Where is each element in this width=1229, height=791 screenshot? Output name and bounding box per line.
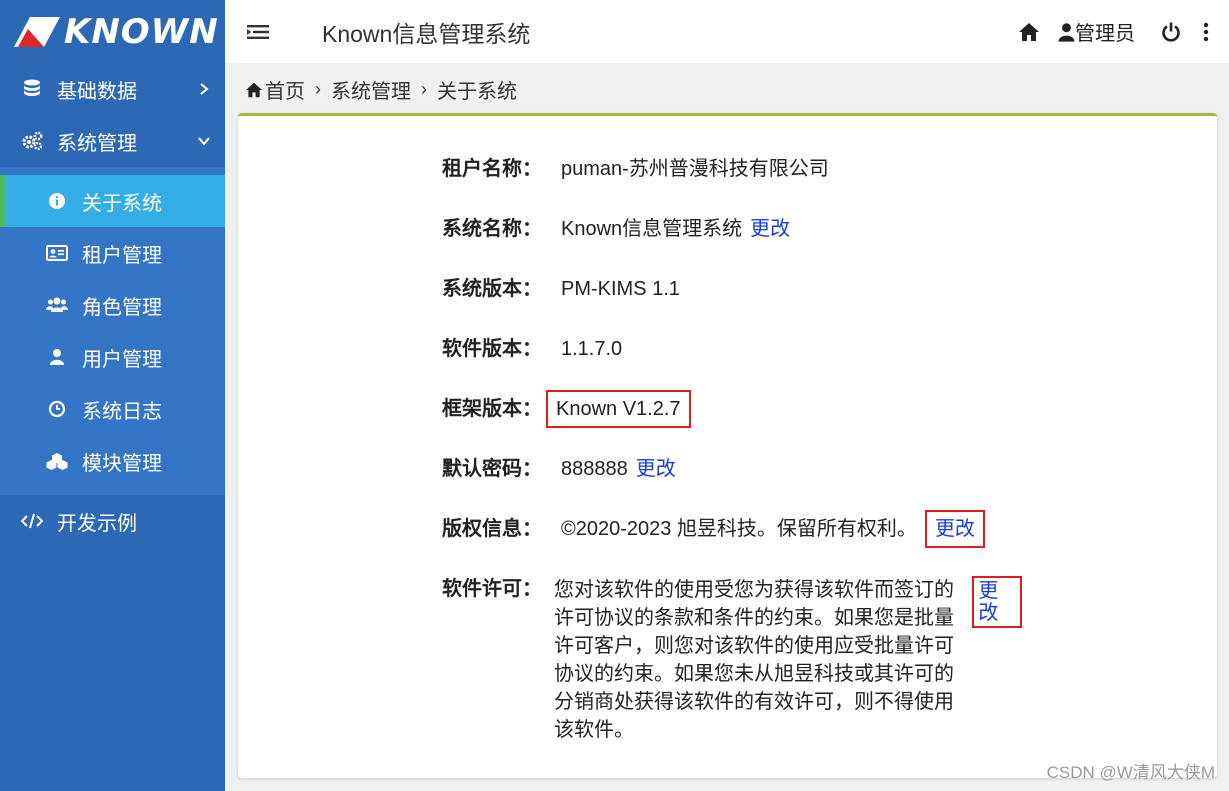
framework-version-label: 框架版本： bbox=[442, 398, 542, 420]
edit-system-name-link[interactable]: 更改 bbox=[750, 218, 790, 240]
home-button[interactable] bbox=[1018, 22, 1040, 42]
sidebar-item-basic-data[interactable]: 基础数据 bbox=[0, 63, 225, 115]
logout-button[interactable] bbox=[1161, 22, 1181, 42]
gears-icon bbox=[20, 129, 44, 153]
app-title: Known信息管理系统 bbox=[322, 20, 531, 47]
user-menu-button[interactable]: 管理员 bbox=[1058, 17, 1135, 46]
power-icon bbox=[1162, 22, 1180, 42]
system-name-label: 系统名称： bbox=[442, 218, 542, 240]
sidebar-item-label: 租户管理 bbox=[82, 244, 162, 267]
logo[interactable]: KNOWN bbox=[0, 0, 225, 63]
breadcrumb-system-management[interactable]: 系统管理 bbox=[331, 75, 411, 104]
sidebar-item-system-log[interactable]: 系统日志 bbox=[0, 383, 225, 435]
row-copyright: 版权信息： ©2020-2023 旭昱科技。保留所有权利。 更改 bbox=[442, 510, 1022, 548]
kebab-menu-icon bbox=[1203, 22, 1209, 41]
sidebar-item-label: 关于系统 bbox=[82, 192, 162, 215]
breadcrumb-home[interactable]: 首页 bbox=[265, 75, 305, 104]
header-actions: 管理员 bbox=[1000, 0, 1209, 63]
home-icon bbox=[1019, 22, 1039, 41]
system-version-label: 系统版本： bbox=[442, 278, 542, 300]
menu-toggle-icon[interactable] bbox=[247, 24, 269, 40]
copyright-label: 版权信息： bbox=[442, 518, 542, 540]
user-icon bbox=[1058, 22, 1075, 42]
top-header: Known信息管理系统 管理员 bbox=[225, 0, 1229, 63]
database-icon bbox=[20, 77, 44, 101]
edit-copyright-link[interactable]: 更改 bbox=[924, 510, 985, 548]
sidebar-item-label: 模块管理 bbox=[82, 452, 162, 475]
chevron-right-icon: › bbox=[421, 79, 427, 99]
software-version-label: 软件版本： bbox=[442, 338, 542, 360]
license-label: 软件许可： bbox=[442, 578, 542, 600]
system-version-value: PM-KIMS 1.1 bbox=[561, 278, 680, 300]
sidebar-item-label: 用户管理 bbox=[82, 348, 162, 371]
copyright-value-wrap: ©2020-2023 旭昱科技。保留所有权利。 更改 bbox=[561, 510, 985, 548]
row-software-version: 软件版本： 1.1.7.0 bbox=[442, 336, 1022, 363]
sidebar-item-about-system[interactable]: 关于系统 bbox=[0, 175, 225, 227]
sidebar-item-system-management[interactable]: 系统管理 bbox=[0, 115, 225, 167]
license-value: 您对该软件的使用受您为获得该软件而签订的许可协议的条款和条件的约束。如果您是批量… bbox=[554, 579, 955, 741]
sidebar: KNOWN 基础数据 系统管理 关于系统 租户管理 角色管理 用户管理 系统日志… bbox=[0, 0, 225, 791]
about-info: 租户名称： puman-苏州普漫科技有限公司 系统名称： Known信息管理系统… bbox=[442, 156, 1022, 777]
copyright-value: ©2020-2023 旭昱科技。保留所有权利。 bbox=[561, 518, 917, 540]
row-system-version: 系统版本： PM-KIMS 1.1 bbox=[442, 276, 1022, 303]
chevron-down-icon bbox=[198, 137, 210, 146]
tenant-value: puman-苏州普漫科技有限公司 bbox=[561, 158, 829, 180]
sidebar-item-dev-examples[interactable]: 开发示例 bbox=[0, 495, 225, 547]
breadcrumb: 首页 › 系统管理 › 关于系统 bbox=[245, 75, 517, 104]
sidebar-item-user-management[interactable]: 用户管理 bbox=[0, 331, 225, 383]
tenant-label: 租户名称： bbox=[442, 158, 542, 180]
sidebar-item-role-management[interactable]: 角色管理 bbox=[0, 279, 225, 331]
users-icon bbox=[45, 293, 69, 317]
id-card-icon bbox=[45, 241, 69, 265]
software-version-value: 1.1.7.0 bbox=[561, 338, 623, 360]
user-name: 管理员 bbox=[1075, 23, 1135, 45]
sidebar-item-module-management[interactable]: 模块管理 bbox=[0, 435, 225, 487]
logo-mark-icon bbox=[14, 16, 60, 47]
sidebar-item-label: 系统管理 bbox=[57, 132, 137, 155]
sidebar-item-label: 开发示例 bbox=[57, 512, 137, 535]
chevron-right-icon: › bbox=[315, 79, 321, 99]
info-circle-icon bbox=[45, 189, 69, 213]
row-license: 软件许可： 您对该软件的使用受您为获得该软件而签订的许可协议的条款和条件的约束。… bbox=[442, 576, 1022, 744]
default-password-value-wrap: 888888 更改 bbox=[561, 456, 676, 483]
row-system-name: 系统名称： Known信息管理系统 更改 bbox=[442, 216, 1022, 243]
cubes-icon bbox=[45, 449, 69, 473]
chevron-right-icon bbox=[200, 83, 209, 95]
sidebar-nav: 基础数据 系统管理 bbox=[0, 63, 225, 167]
watermark: CSDN @W清风大侠M bbox=[1046, 763, 1215, 782]
row-default-password: 默认密码： 888888 更改 bbox=[442, 456, 1022, 483]
edit-default-password-link[interactable]: 更改 bbox=[636, 458, 676, 480]
home-icon bbox=[246, 82, 262, 97]
sidebar-item-label: 系统日志 bbox=[82, 400, 162, 423]
submenu-system-management: 关于系统 租户管理 角色管理 用户管理 系统日志 模块管理 bbox=[0, 167, 225, 495]
code-icon bbox=[20, 509, 44, 533]
sidebar-nav-bottom: 开发示例 bbox=[0, 495, 225, 547]
sidebar-item-label: 基础数据 bbox=[57, 80, 137, 103]
sidebar-item-label: 角色管理 bbox=[82, 296, 162, 319]
default-password-value: 888888 bbox=[561, 458, 628, 480]
edit-license-link[interactable]: 更改 bbox=[972, 576, 1022, 628]
framework-version-value: Known V1.2.7 bbox=[546, 390, 691, 428]
more-menu-button[interactable] bbox=[1203, 22, 1209, 42]
logo-text: KNOWN bbox=[64, 11, 219, 52]
system-name-value: Known信息管理系统 bbox=[561, 218, 743, 240]
framework-version-value-wrap: Known V1.2.7 bbox=[546, 390, 691, 428]
sidebar-item-tenant-management[interactable]: 租户管理 bbox=[0, 227, 225, 279]
row-tenant: 租户名称： puman-苏州普漫科技有限公司 bbox=[442, 156, 1022, 183]
clock-icon bbox=[45, 397, 69, 421]
breadcrumb-current: 关于系统 bbox=[437, 81, 517, 103]
about-card: 租户名称： puman-苏州普漫科技有限公司 系统名称： Known信息管理系统… bbox=[238, 113, 1217, 778]
default-password-label: 默认密码： bbox=[442, 458, 542, 480]
system-name-value-wrap: Known信息管理系统 更改 bbox=[561, 216, 790, 243]
row-framework-version: 框架版本： Known V1.2.7 bbox=[442, 390, 1022, 428]
user-icon bbox=[45, 345, 69, 369]
